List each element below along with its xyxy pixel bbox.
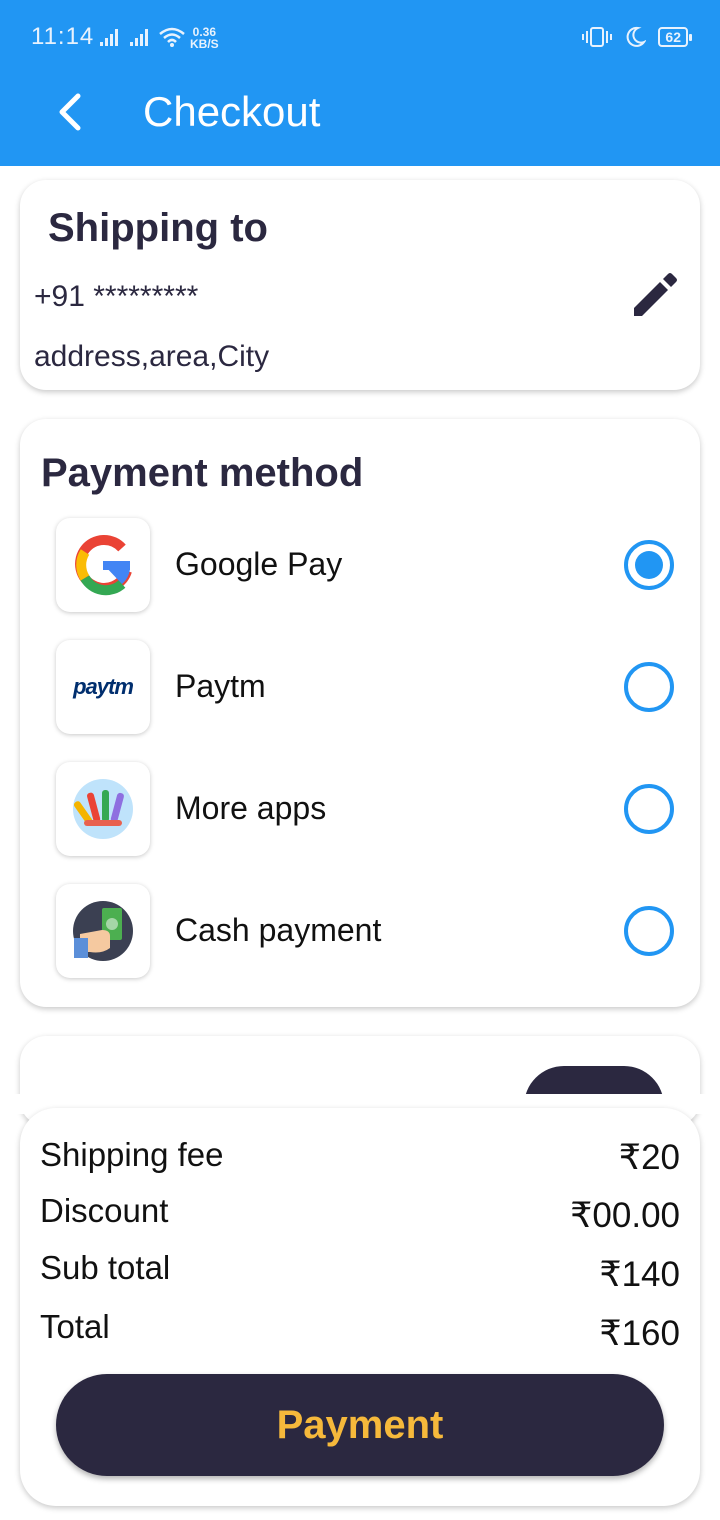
payment-option-label: Cash payment xyxy=(175,912,382,948)
status-time: 11:14 xyxy=(31,23,95,50)
subtotal-label: Sub total xyxy=(40,1249,171,1286)
shipping-card: Shipping to +91 ********* address,area,C… xyxy=(20,180,700,390)
page-title: Checkout xyxy=(143,88,321,135)
total-row: Total ₹160 xyxy=(40,1308,680,1358)
google-pay-icon xyxy=(56,518,150,612)
shipping-fee-value: ₹20 xyxy=(618,1138,680,1177)
payment-option-paytm[interactable]: paytm Paytm xyxy=(56,640,680,736)
payment-option-label: More apps xyxy=(175,790,327,826)
network-speed: 0.36 KB/S xyxy=(190,25,219,51)
total-value: ₹160 xyxy=(599,1314,680,1353)
payment-option-label: Google Pay xyxy=(175,546,343,582)
payment-button[interactable]: Payment xyxy=(56,1374,664,1476)
payment-option-cash[interactable]: Cash payment xyxy=(56,884,680,980)
paytm-icon: paytm xyxy=(56,640,150,734)
edit-pencil-icon[interactable] xyxy=(628,268,682,322)
moon-icon xyxy=(627,26,647,47)
payment-option-more-apps[interactable]: More apps xyxy=(56,762,680,858)
discount-label: Discount xyxy=(40,1192,169,1229)
subtotal-value: ₹140 xyxy=(599,1255,680,1294)
signal-icon xyxy=(130,29,148,46)
cash-payment-icon xyxy=(56,884,150,978)
payment-title: Payment method xyxy=(41,451,364,495)
shipping-address: address,area,City xyxy=(34,340,270,373)
shipping-fee-row: Shipping fee ₹20 xyxy=(40,1136,680,1186)
status-bar: 11:14 0.36 KB/S 62 xyxy=(0,0,720,76)
radio-button[interactable] xyxy=(624,906,674,956)
radio-button-selected[interactable] xyxy=(624,540,674,590)
payment-option-google-pay[interactable]: Google Pay xyxy=(56,518,680,614)
order-summary-card: Shipping fee ₹20 Discount ₹00.00 Sub tot… xyxy=(20,1108,700,1506)
signal-icon xyxy=(100,29,118,46)
discount-value: ₹00.00 xyxy=(570,1196,680,1235)
wifi-icon xyxy=(159,27,185,47)
shipping-phone: +91 ********* xyxy=(34,280,199,313)
app-header: 11:14 0.36 KB/S 62 Checkout xyxy=(0,0,720,166)
radio-button[interactable] xyxy=(624,784,674,834)
subtotal-row: Sub total ₹140 xyxy=(40,1249,680,1299)
battery-indicator: 62 xyxy=(658,27,692,47)
payment-method-card: Payment method Google Pay paytm Paytm Mo… xyxy=(20,419,700,1007)
total-label: Total xyxy=(40,1308,110,1345)
shipping-title: Shipping to xyxy=(48,206,268,250)
radio-button[interactable] xyxy=(624,662,674,712)
vibrate-icon xyxy=(582,27,613,47)
shipping-fee-label: Shipping fee xyxy=(40,1136,224,1173)
discount-row: Discount ₹00.00 xyxy=(40,1192,680,1242)
more-apps-icon xyxy=(56,762,150,856)
back-arrow-icon[interactable] xyxy=(50,90,90,134)
payment-option-label: Paytm xyxy=(175,668,266,704)
